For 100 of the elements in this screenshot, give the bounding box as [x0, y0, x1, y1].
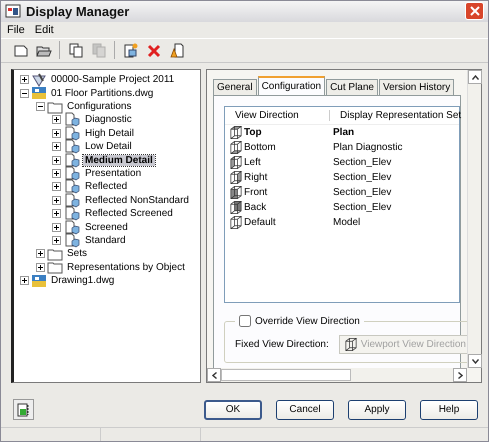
tree-item[interactable]: Reflected Screened: [83, 208, 175, 220]
tree-item[interactable]: 01 Floor Partitions.dwg: [49, 88, 156, 99]
horizontal-scrollbar[interactable]: [207, 368, 467, 382]
expand-toggle[interactable]: [52, 169, 61, 178]
tree-item[interactable]: High Detail: [83, 128, 136, 139]
expand-toggle[interactable]: [36, 102, 45, 112]
list-cell[interactable]: Right: [244, 172, 268, 184]
list-cell[interactable]: Section_Elev: [329, 202, 459, 214]
cube-icon: [229, 155, 243, 170]
plus-icon: [21, 277, 28, 284]
plus-icon: [53, 224, 60, 231]
tree-item[interactable]: Reflected NonStandard: [83, 194, 191, 206]
folder-icon: [47, 246, 63, 261]
tree-item[interactable]: Medium Detail: [83, 154, 155, 166]
expand-toggle[interactable]: [52, 142, 61, 152]
plus-icon: [21, 76, 28, 84]
new-document-icon[interactable]: [12, 42, 28, 58]
cube-icon: [229, 200, 243, 216]
plus-icon: [53, 130, 60, 137]
configuration-icon: [63, 232, 81, 248]
tree-item[interactable]: Low Detail: [83, 141, 134, 152]
tree-item[interactable]: 00000-Sample Project 2011: [49, 74, 176, 86]
expand-toggle[interactable]: [52, 209, 61, 218]
expand-toggle[interactable]: [20, 276, 29, 286]
expand-toggle[interactable]: [52, 128, 61, 138]
cube-icon: [229, 215, 243, 230]
tab[interactable]: Version History: [378, 79, 454, 96]
column-header[interactable]: Display Representation Set: [329, 110, 462, 122]
delete-icon[interactable]: [146, 42, 162, 58]
tree-item[interactable]: Representations by Object: [65, 262, 187, 273]
dialog-button[interactable]: Help: [420, 400, 478, 420]
dialog-button[interactable]: Apply: [348, 400, 406, 420]
list-cell[interactable]: Front: [244, 187, 268, 198]
plus-icon: [53, 210, 60, 218]
dialog-button[interactable]: OK: [204, 400, 262, 420]
tree-item[interactable]: Sets: [65, 248, 90, 260]
tab[interactable]: Cut Plane: [326, 79, 378, 96]
configuration-icon: [63, 126, 81, 141]
drawing-file-icon: [31, 274, 47, 288]
configuration-icon: [63, 139, 81, 154]
configuration-icon: [63, 220, 81, 235]
expand-toggle[interactable]: [52, 182, 61, 192]
list-cell[interactable]: Back: [244, 202, 266, 214]
list-cell[interactable]: Plan: [329, 127, 459, 138]
list-cell[interactable]: Plan Diagnostic: [329, 142, 459, 154]
expand-toggle[interactable]: [52, 156, 61, 165]
plus-icon: [53, 183, 60, 190]
list-cell[interactable]: Model: [329, 217, 459, 228]
list-cell[interactable]: Top: [244, 127, 262, 138]
expand-toggle[interactable]: [52, 115, 61, 124]
list-cell[interactable]: Default: [244, 217, 276, 228]
plus-icon: [53, 236, 60, 244]
expand-toggle[interactable]: [20, 88, 29, 98]
list-cell[interactable]: Section_Elev: [329, 187, 459, 198]
menu-item[interactable]: Edit: [34, 24, 54, 36]
copy-icon[interactable]: [68, 42, 84, 58]
vertical-scrollbar[interactable]: [467, 70, 481, 368]
configuration-icon: [63, 192, 81, 208]
tree-item[interactable]: Standard: [83, 234, 128, 246]
tab[interactable]: General: [213, 79, 257, 96]
tree-item[interactable]: Drawing1.dwg: [49, 275, 116, 286]
new-configuration-icon[interactable]: [122, 42, 138, 58]
folder-icon: [47, 100, 63, 114]
tree-item[interactable]: Screened: [83, 222, 130, 233]
list-cell[interactable]: Bottom: [244, 142, 276, 154]
cube-icon: [344, 337, 358, 352]
plus-icon: [53, 143, 60, 150]
window-title: Display Manager: [26, 4, 130, 19]
expand-toggle[interactable]: [36, 262, 45, 272]
folder-icon: [47, 260, 63, 274]
expand-toggle[interactable]: [52, 222, 61, 232]
expand-toggle[interactable]: [52, 196, 61, 205]
tree-item[interactable]: Reflected: [83, 181, 130, 192]
expand-toggle[interactable]: [36, 249, 45, 258]
list-cell[interactable]: Left: [244, 157, 261, 168]
purge-icon[interactable]: [168, 42, 184, 58]
expand-toggle[interactable]: [52, 236, 61, 245]
plus-icon: [53, 156, 60, 164]
menu-item[interactable]: File: [7, 24, 25, 36]
close-icon: [470, 6, 480, 16]
plus-icon: [53, 116, 60, 124]
configuration-icon: [63, 152, 81, 168]
view-button[interactable]: [13, 399, 34, 420]
configuration-icon: [63, 166, 81, 182]
list-cell[interactable]: Section_Elev: [329, 157, 459, 168]
cube-icon: [229, 125, 243, 140]
dialog-button[interactable]: Cancel: [276, 400, 334, 420]
tree-item[interactable]: Diagnostic: [83, 114, 134, 126]
tree-item[interactable]: Configurations: [65, 101, 134, 112]
list-cell[interactable]: Section_Elev: [329, 172, 459, 184]
cube-icon: [229, 140, 243, 156]
tree-item[interactable]: Presentation: [83, 168, 144, 179]
override-checkbox[interactable]: [239, 315, 251, 328]
expand-toggle[interactable]: [20, 75, 29, 84]
column-header[interactable]: View Direction: [225, 110, 329, 122]
drawing-file-icon: [31, 86, 47, 100]
tab[interactable]: Configuration: [258, 76, 326, 96]
field-label: Fixed View Direction:: [235, 339, 329, 350]
close-button[interactable]: [465, 2, 484, 20]
cube-icon: [229, 185, 243, 200]
